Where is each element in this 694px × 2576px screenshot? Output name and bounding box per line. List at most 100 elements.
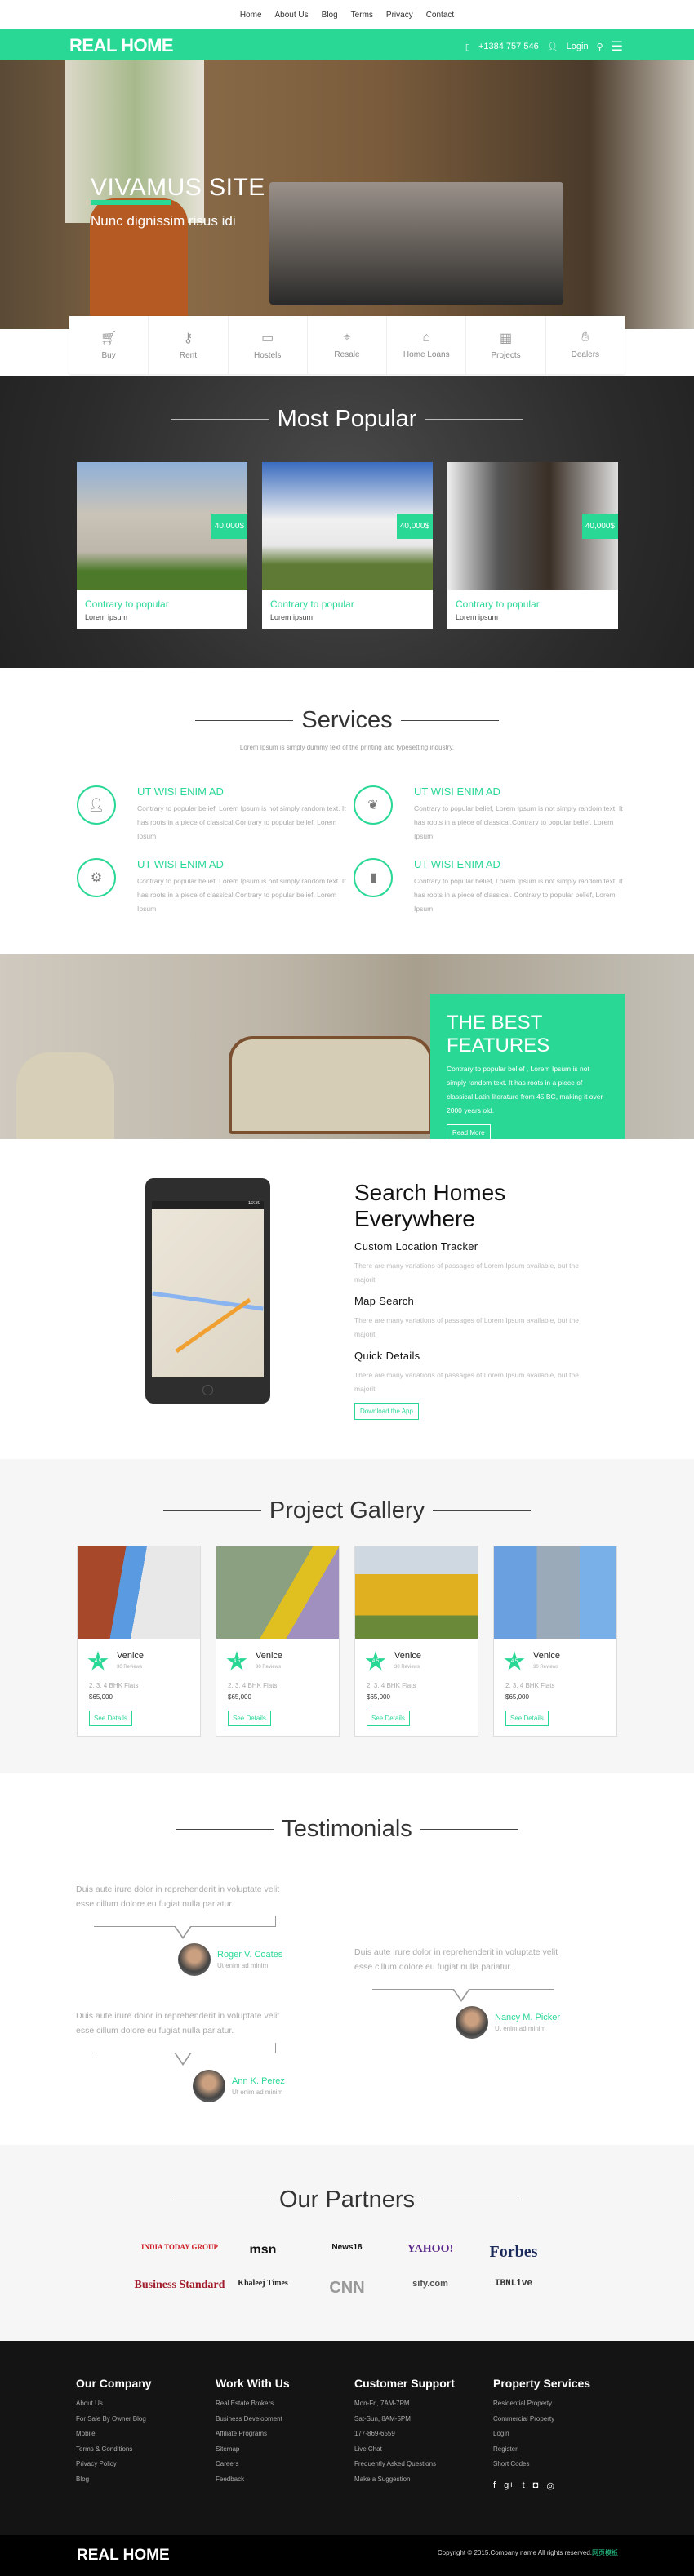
partner-logo[interactable]: YAHOO!	[407, 2243, 453, 2256]
footer-link[interactable]: Business Development	[216, 2412, 290, 2427]
partner-logo[interactable]: sify.com	[412, 2279, 448, 2289]
partner-logo[interactable]: CNN	[329, 2279, 364, 2298]
home-icon: ⌂	[422, 331, 431, 345]
location-pin-icon: ⌖	[343, 331, 351, 345]
partner-logo[interactable]: Forbes	[490, 2243, 538, 2262]
property-card[interactable]: 40,000$ Contrary to popular Lorem ipsum	[262, 462, 433, 629]
partner-logo[interactable]: Khaleej Times	[238, 2279, 288, 2288]
footer-link[interactable]: Privacy Policy	[76, 2457, 152, 2472]
author-name: Nancy M. Picker	[495, 2013, 561, 2022]
nav-blog[interactable]: Blog	[322, 11, 338, 20]
property-card[interactable]: 40,000$ Contrary to popular Lorem ipsum	[77, 462, 247, 629]
footer-link[interactable]: Terms & Conditions	[76, 2442, 152, 2458]
partner-logo[interactable]: Business Standard	[135, 2279, 225, 2292]
footer-link[interactable]: Login	[493, 2427, 590, 2442]
footer-link[interactable]: Blog	[76, 2472, 152, 2488]
service-item: 👤︎ UT WISI ENIM AD Contrary to popular bel…	[77, 785, 354, 851]
app-title: Search Homes Everywhere	[354, 1180, 506, 1231]
footer-column: Customer Support Mon-Fri, 7AM-7PM Sat-Sun,…	[354, 2377, 455, 2487]
footer-link[interactable]: Real Estate Brokers	[216, 2396, 290, 2412]
nav-about[interactable]: About Us	[275, 11, 309, 20]
phone-time: 10:20	[152, 1201, 264, 1209]
testimonial: Duis aute irure dolor in reprehenderit i…	[76, 2009, 288, 2066]
project-card: 4.5 Venice 30 Reviews 2, 3, 4 BHK Flats $65,…	[77, 1546, 201, 1737]
avatar	[178, 1943, 211, 1976]
instagram-icon[interactable]: ◘	[533, 2480, 539, 2491]
see-details-button[interactable]: See Details	[89, 1711, 132, 1726]
key-icon: ⚷	[183, 331, 194, 345]
top-nav: Home About Us Blog Terms Privacy Contact	[0, 0, 694, 29]
author-name: Roger V. Coates	[217, 1950, 283, 1960]
rating-star-icon: 4.5	[504, 1651, 525, 1671]
see-details-button[interactable]: See Details	[505, 1711, 549, 1726]
see-details-button[interactable]: See Details	[367, 1711, 410, 1726]
category-hostels[interactable]: ▭ Hostels	[229, 316, 308, 374]
gear-icon: ⚙	[77, 858, 116, 897]
footer-link[interactable]: Commercial Property	[493, 2412, 590, 2427]
footer-link[interactable]: Mobile	[76, 2427, 152, 2442]
search-icon[interactable]: ⚲	[597, 42, 603, 52]
partner-logo[interactable]: msn	[250, 2243, 277, 2258]
partners-section: Our Partners INDIA TODAY GROUP msn News18 Y…	[0, 2145, 694, 2341]
user-icon: 👤︎	[546, 42, 558, 52]
most-popular-section: Most Popular 40,000$ Contrary to popular L…	[0, 376, 694, 668]
price-badge: 40,000$	[211, 514, 247, 539]
property-title[interactable]: Contrary to popular	[270, 598, 433, 610]
category-buy[interactable]: 🛒︎ Buy	[69, 316, 149, 374]
category-dealers[interactable]: ✋︎ Dealers	[546, 316, 625, 374]
testimonial: Duis aute irure dolor in reprehenderit i…	[76, 1882, 288, 1939]
footer-link[interactable]: Register	[493, 2442, 590, 2458]
partner-logo[interactable]: IBNLive	[495, 2279, 532, 2289]
menu-icon[interactable]: ☰	[612, 38, 623, 55]
property-title[interactable]: Contrary to popular	[456, 598, 618, 610]
category-resale[interactable]: ⌖ Resale	[308, 316, 388, 374]
facebook-icon[interactable]: f	[493, 2480, 496, 2491]
services-subtitle: Lorem Ipsum is simply dummy text of the …	[239, 744, 455, 751]
logo[interactable]: REAL HOME	[69, 35, 174, 56]
footer-link[interactable]: Careers	[216, 2457, 290, 2472]
footer-link[interactable]: For Sale By Owner Blog	[76, 2412, 152, 2427]
nav-terms[interactable]: Terms	[351, 11, 373, 20]
download-app-button[interactable]: Download the App	[354, 1403, 419, 1420]
price-badge: 40,000$	[581, 514, 618, 539]
property-title[interactable]: Contrary to popular	[85, 598, 247, 610]
footer-link[interactable]: Make a Suggestion	[354, 2472, 455, 2488]
category-bar: 🛒︎ Buy ⚷ Rent ▭ Hostels ⌖ Resale ⌂ Home Loans ▦ Pro…	[69, 316, 625, 374]
category-projects[interactable]: ▦ Projects	[466, 316, 546, 374]
partner-logo[interactable]: INDIA TODAY GROUP	[141, 2243, 218, 2251]
footer-link[interactable]: Short Codes	[493, 2457, 590, 2472]
property-card[interactable]: 40,000$ Contrary to popular Lorem ipsum	[447, 462, 618, 629]
bottom-bar: REAL HOME Copyright © 2015.Company name …	[0, 2535, 694, 2576]
service-item: ⚙ UT WISI ENIM AD Contrary to popular beli…	[77, 858, 354, 923]
footer-link[interactable]: Residential Property	[493, 2396, 590, 2412]
footer-link[interactable]: Live Chat	[354, 2442, 455, 2458]
copyright-link[interactable]: 网页模板	[592, 2549, 618, 2556]
project-image	[78, 1546, 200, 1639]
app-item-text: There are many variations of passages of…	[354, 1261, 579, 1284]
footer-link: Mon-Fri, 7AM-7PM	[354, 2400, 410, 2407]
features-box: THE BEST FEATURES Contrary to popular be…	[430, 994, 625, 1141]
partner-logo[interactable]: News18	[331, 2243, 362, 2252]
google-plus-icon[interactable]: g+	[504, 2480, 514, 2491]
nav-privacy[interactable]: Privacy	[386, 11, 413, 20]
footer-link[interactable]: About Us	[76, 2396, 152, 2412]
hero-banner: VIVAMUS SITE Nunc dignissim risus idi	[0, 60, 694, 329]
footer-link[interactable]: Sitemap	[216, 2442, 290, 2458]
footer-link[interactable]: Affiliate Programs	[216, 2427, 290, 2442]
dribbble-icon[interactable]: ◎	[546, 2480, 554, 2491]
nav-home[interactable]: Home	[240, 11, 262, 20]
login-link[interactable]: Login	[567, 42, 589, 51]
hero-subtitle: Nunc dignissim risus idi	[91, 213, 236, 229]
category-rent[interactable]: ⚷ Rent	[149, 316, 229, 374]
nav-contact[interactable]: Contact	[426, 11, 454, 20]
twitter-icon[interactable]: t	[523, 2480, 525, 2491]
app-section: Search Homes Everywhere Custom Location …	[354, 1180, 599, 1420]
category-home-loans[interactable]: ⌂ Home Loans	[387, 316, 467, 374]
rating-star-icon: 4.5	[87, 1651, 109, 1671]
see-details-button[interactable]: See Details	[228, 1711, 271, 1726]
read-more-button[interactable]: Read More	[447, 1124, 491, 1141]
footer-link[interactable]: Feedback	[216, 2472, 290, 2488]
project-card: 4.5 Venice 30 Reviews 2, 3, 4 BHK Flats $65,…	[493, 1546, 617, 1737]
footer-link[interactable]: Frequently Asked Questions	[354, 2457, 455, 2472]
copyright: Copyright © 2015.Company name All rights…	[437, 2549, 592, 2556]
